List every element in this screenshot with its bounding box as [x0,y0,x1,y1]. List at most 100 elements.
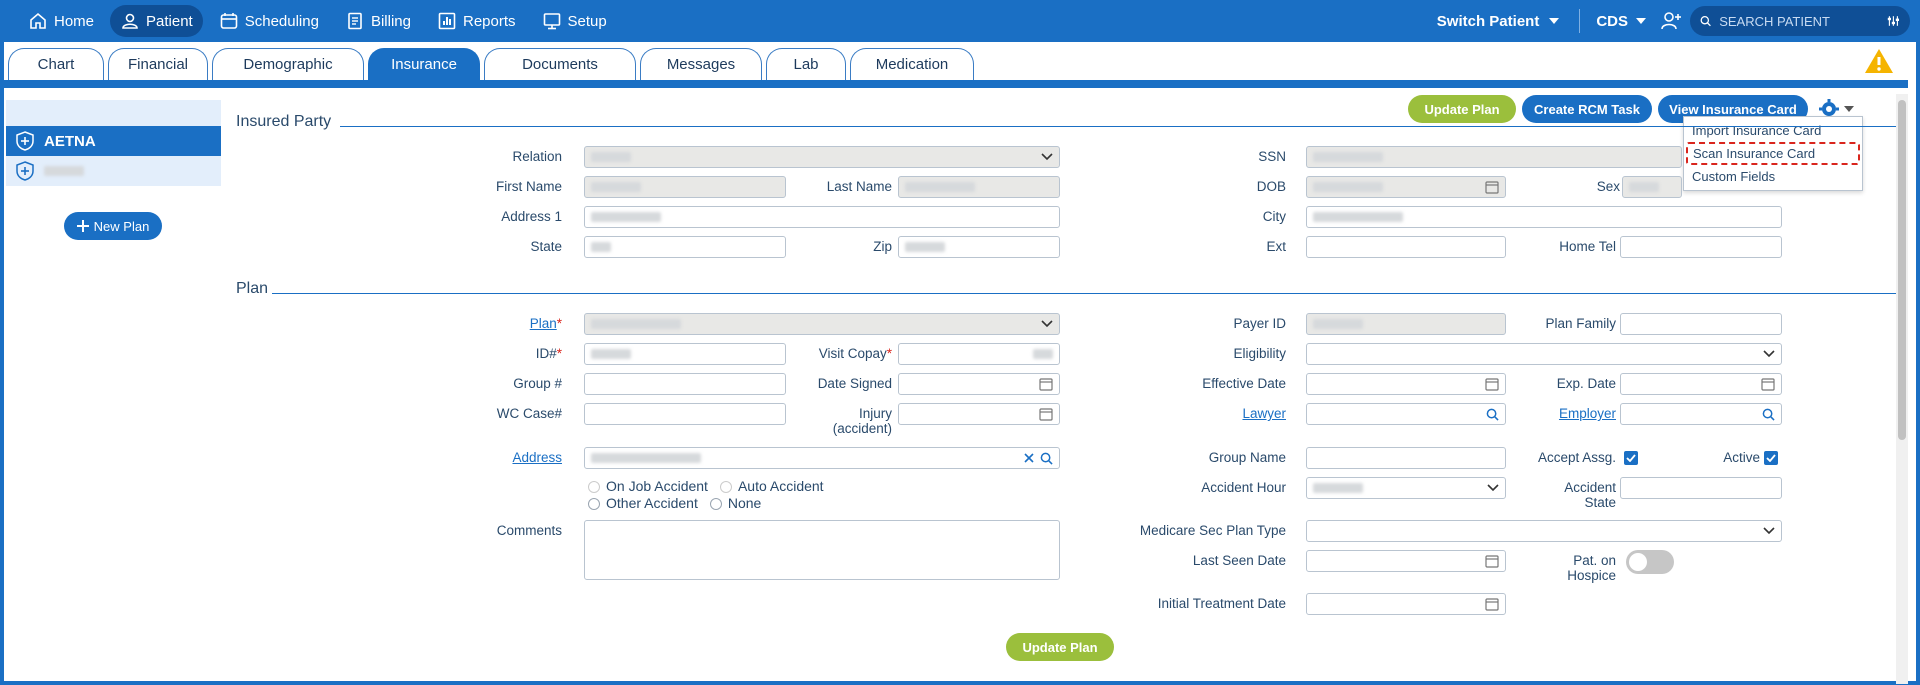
calendar-icon[interactable] [1485,597,1499,611]
date-signed-field[interactable] [898,373,1060,395]
calendar-icon[interactable] [1485,554,1499,568]
scrollbar-thumb[interactable] [1898,100,1906,440]
sex-select[interactable] [1622,176,1682,198]
nav-billing[interactable]: Billing [335,5,421,37]
nav-scheduling[interactable]: Scheduling [209,5,329,37]
accident-state-line1: Accident [1564,480,1616,495]
clear-icon[interactable] [1024,453,1034,463]
employer-link[interactable]: Employer [1520,406,1616,421]
calendar-icon[interactable] [1761,377,1775,391]
last-name-field[interactable] [898,176,1060,198]
first-name-field[interactable] [584,176,786,198]
warning-icon[interactable] [1864,48,1894,74]
calendar-icon[interactable] [1485,377,1499,391]
nav-reports[interactable]: Reports [427,5,526,37]
tab-documents[interactable]: Documents [484,48,636,80]
menu-custom-fields[interactable]: Custom Fields [1684,165,1862,188]
group-field[interactable] [584,373,786,395]
state-field[interactable] [584,236,786,258]
eligibility-select[interactable] [1306,343,1782,365]
vertical-scrollbar[interactable] [1896,94,1908,684]
relation-select[interactable] [584,146,1060,168]
injury-date-field[interactable] [898,403,1060,425]
tab-medication[interactable]: Medication [850,48,974,80]
tab-demographic[interactable]: Demographic [212,48,364,80]
section-divider [340,126,1896,127]
last-seen-date-field[interactable] [1306,550,1506,572]
city-field[interactable] [1306,206,1782,228]
switch-patient-button[interactable]: Switch Patient [1417,13,1580,30]
ext-field[interactable] [1306,236,1506,258]
add-user-icon[interactable] [1660,10,1682,32]
new-plan-button[interactable]: New Plan [64,212,162,240]
create-rcm-task-button[interactable]: Create RCM Task [1522,95,1652,123]
patient-search[interactable] [1690,6,1910,36]
address-link[interactable]: Address [430,450,562,465]
search-icon[interactable] [1762,408,1775,421]
tab-insurance[interactable]: Insurance [368,48,480,80]
home-tel-field[interactable] [1620,236,1782,258]
search-icon[interactable] [1486,408,1499,421]
tab-financial[interactable]: Financial [108,48,208,80]
plan-link[interactable]: Plan [530,316,557,331]
wc-case-field[interactable] [584,403,786,425]
calendar-icon[interactable] [1039,377,1053,391]
nav-home[interactable]: Home [18,5,104,37]
plan-list-item-aetna[interactable]: AETNA [6,126,221,156]
plan-address-field[interactable] [584,447,1060,469]
accident-state-field[interactable] [1620,477,1782,499]
lawyer-link[interactable]: Lawyer [1150,406,1286,421]
comments-textarea[interactable] [584,520,1060,580]
tab-messages[interactable]: Messages [640,48,762,80]
effective-date-field[interactable] [1306,373,1506,395]
redacted-text [591,453,701,463]
filter-sliders-icon[interactable] [1887,14,1900,28]
exp-date-field[interactable] [1620,373,1782,395]
plan-family-field[interactable] [1620,313,1782,335]
nav-setup-label: Setup [567,12,607,30]
nav-patient[interactable]: Patient [110,5,203,37]
update-plan-bottom-button[interactable]: Update Plan [1006,633,1114,661]
update-plan-top-button[interactable]: Update Plan [1408,95,1516,123]
calendar-icon[interactable] [1485,180,1499,194]
payer-id-field[interactable] [1306,313,1506,335]
radio-button[interactable] [588,497,600,510]
menu-import-insurance-card[interactable]: Import Insurance Card [1684,119,1862,142]
active-label: Active [1723,450,1760,465]
initial-treatment-date-field[interactable] [1306,593,1506,615]
cds-button[interactable]: CDS [1580,13,1660,30]
lawyer-field[interactable] [1306,403,1506,425]
visit-copay-field[interactable] [898,343,1060,365]
hospice-toggle[interactable] [1626,550,1674,574]
calendar-icon[interactable] [1039,407,1053,421]
search-icon[interactable] [1040,452,1053,465]
plan-select[interactable] [584,313,1060,335]
address1-field[interactable] [584,206,1060,228]
nav-setup[interactable]: Setup [532,5,617,37]
city-label: City [1262,209,1286,224]
employer-field[interactable] [1620,403,1782,425]
active-checkbox[interactable] [1764,451,1778,465]
tab-lab[interactable]: Lab [766,48,846,80]
radio-button[interactable] [719,480,732,493]
radio-on-job-accident[interactable]: On Job Accident [588,478,708,495]
menu-scan-insurance-card[interactable]: Scan Insurance Card [1686,142,1860,165]
radio-none[interactable]: None [709,495,761,512]
medicare-sec-plan-type-select[interactable] [1306,520,1782,542]
group-name-label: Group Name [1208,450,1286,465]
tab-chart[interactable]: Chart [8,48,104,80]
radio-auto-accident[interactable]: Auto Accident [719,478,824,495]
search-input[interactable] [1719,13,1880,29]
group-name-field[interactable] [1306,447,1506,469]
plan-list-item[interactable] [6,156,221,186]
id-field[interactable] [584,343,786,365]
radio-button[interactable] [588,480,600,493]
accident-hour-select[interactable] [1306,477,1506,499]
accept-assg-checkbox[interactable] [1624,451,1638,465]
ssn-field[interactable] [1306,146,1682,168]
dob-field[interactable] [1306,176,1506,198]
radio-button[interactable] [709,497,722,510]
zip-field[interactable] [898,236,1060,258]
cds-label: CDS [1596,12,1628,30]
radio-other-accident[interactable]: Other Accident [588,495,698,512]
